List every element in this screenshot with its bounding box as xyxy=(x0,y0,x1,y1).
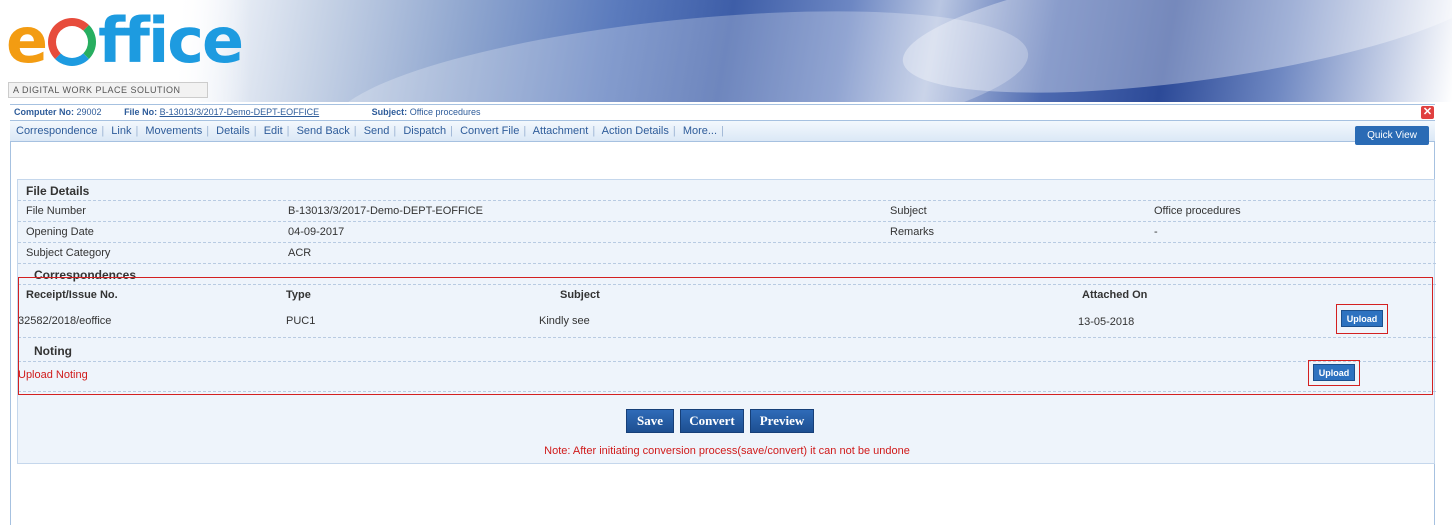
logo-ring-icon xyxy=(48,18,97,66)
menu-correspondence[interactable]: Correspondence xyxy=(16,125,97,137)
conversion-note: Note: After initiating conversion proces… xyxy=(544,445,910,457)
logo: e ffice A DIGITAL WORK PLACE SOLUTION xyxy=(0,0,250,102)
menu-action-details[interactable]: Action Details xyxy=(602,125,669,137)
subject-label: Subject xyxy=(890,205,927,217)
banner-swoosh xyxy=(894,0,1452,102)
menu-link[interactable]: Link xyxy=(111,125,131,137)
menu-send[interactable]: Send xyxy=(364,125,390,137)
preview-button[interactable]: Preview xyxy=(750,409,814,433)
menu-edit[interactable]: Edit xyxy=(264,125,283,137)
file-details-title: File Details xyxy=(26,184,90,198)
menu-details[interactable]: Details xyxy=(216,125,250,137)
menu-convert-file[interactable]: Convert File xyxy=(460,125,519,137)
subject-category-value: ACR xyxy=(288,247,312,259)
logo-text: e ffice xyxy=(6,4,244,77)
computer-no-value: 29002 xyxy=(76,107,102,117)
file-no-label: File No: xyxy=(124,107,158,117)
computer-no-label: Computer No: xyxy=(14,107,74,117)
subject-value: Office procedures xyxy=(409,107,481,117)
subject-label: Subject: xyxy=(371,107,408,117)
content-frame: File Details File Number B-13013/3/2017-… xyxy=(10,142,1436,525)
save-button[interactable]: Save xyxy=(626,409,674,433)
attachments-highlight xyxy=(18,277,1433,395)
subject-value: Office procedures xyxy=(1154,205,1241,217)
menu-more[interactable]: More... xyxy=(683,125,717,137)
file-number-value: B-13013/3/2017-Demo-DEPT-EOFFICE xyxy=(288,205,484,217)
close-icon[interactable]: ✕ xyxy=(1421,106,1434,119)
menu-dispatch[interactable]: Dispatch xyxy=(403,125,446,137)
header-banner: e ffice A DIGITAL WORK PLACE SOLUTION xyxy=(0,0,1452,102)
logo-tagline: A DIGITAL WORK PLACE SOLUTION xyxy=(8,82,208,98)
menu-attachment[interactable]: Attachment xyxy=(533,125,589,137)
menu-send-back[interactable]: Send Back xyxy=(297,125,350,137)
file-number-label: File Number xyxy=(26,205,86,217)
action-menu-bar: Correspondence | Link | Movements | Details… xyxy=(10,120,1435,145)
opening-date-label: Opening Date xyxy=(26,226,94,238)
opening-date-value: 04-09-2017 xyxy=(288,226,345,238)
convert-button[interactable]: Convert xyxy=(680,409,744,433)
convert-file-panel: File Details File Number B-13013/3/2017-… xyxy=(17,179,1436,464)
file-info-bar: Computer No: 29002 File No: B-13013/3/20… xyxy=(10,104,1435,120)
remarks-value: - xyxy=(1154,226,1158,238)
subject-category-label: Subject Category xyxy=(26,247,111,259)
remarks-label: Remarks xyxy=(890,226,935,238)
file-no-link[interactable]: B-13013/3/2017-Demo-DEPT-EOFFICE xyxy=(160,107,320,117)
menu-movements[interactable]: Movements xyxy=(145,125,202,137)
